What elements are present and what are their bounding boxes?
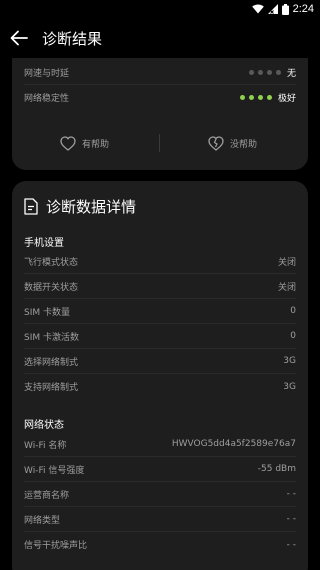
row-label: 飞行模式状态 [24,257,79,268]
row-value: - - [286,539,296,550]
list-item: SIM 卡激活数 0 [24,324,296,349]
row-value: 极好 [277,94,296,104]
network-stability-row: 网络稳定性 极好 [24,85,296,110]
row-label: Wi-Fi 名称 [24,440,67,451]
row-value: 关闭 [277,282,296,293]
row-label: 运营商名称 [24,490,70,501]
row-value: 3G [283,381,296,392]
row-label: 网速与时延 [24,68,70,79]
row-value: 3G [283,356,296,366]
status-icons: 2:24 [251,3,314,15]
status-bar: 2:24 [0,0,320,20]
rating-dot [239,95,245,100]
row-label: Wi-Fi 信号强度 [24,465,85,476]
row-value: - - [286,489,296,499]
feedback-divider [159,134,160,152]
list-item: 信号干扰噪声比 - - [24,532,296,557]
row-value: 0 [290,306,296,316]
rating-dot [257,95,263,100]
back-button[interactable] [8,27,30,49]
rating-dot [266,69,272,75]
row-label: 网络类型 [24,515,61,526]
page-title: 诊断结果 [42,30,103,48]
list-item: Wi-Fi 名称 HWVOG5dd4a5f2589e76a7 [24,432,296,457]
app-bar: 诊断结果 [0,20,320,56]
list-item: 数据开关状态 关闭 [24,274,296,299]
row-value: - - [286,514,296,524]
row-label: 信号干扰噪声比 [24,541,88,551]
row-label: 支持网络制式 [24,383,79,393]
battery-icon [281,3,289,15]
cellular-signal-icon [267,4,278,14]
helpful-label: 有帮助 [82,139,110,150]
row-value: 0 [290,331,296,341]
list-item: Wi-Fi 信号强度 -55 dBm [24,457,296,482]
summary-card: 网速与时延 无 网络稳定性 极好 有帮助 没帮助 [12,58,308,170]
rating-dots [239,95,272,100]
row-value: HWVOG5dd4a5f2589e76a7 [171,439,296,449]
status-time: 2:24 [292,3,314,15]
broken-heart-icon [208,135,224,151]
row-label: SIM 卡激活数 [24,332,79,343]
document-icon [24,198,38,215]
rating-dot [248,69,254,75]
list-item: 运营商名称 - - [24,482,296,507]
list-item: SIM 卡数量 0 [24,299,296,324]
rating-dot [266,95,272,100]
list-item: 选择网络制式 3G [24,349,296,374]
rating-dots [248,69,281,75]
row-value: 关闭 [277,257,296,268]
row-value: 无 [286,68,296,79]
unhelpful-label: 没帮助 [230,139,258,150]
row-label: SIM 卡数量 [24,307,70,318]
section-title-phone-settings: 手机设置 [24,238,64,249]
row-value: -55 dBm [257,464,296,474]
rating-dot [248,95,254,100]
detail-title: 诊断数据详情 [46,198,137,216]
feedback-area: 有帮助 没帮助 [12,128,308,158]
list-item: 网络类型 - - [24,507,296,532]
row-label: 网络稳定性 [24,94,70,104]
detail-header: 诊断数据详情 [24,196,136,217]
list-item: 支持网络制式 3G [24,374,296,399]
heart-icon [60,135,76,151]
row-label: 数据开关状态 [24,282,79,293]
speed-latency-row: 网速与时延 无 [24,60,296,85]
wifi-icon [251,4,264,14]
section-title-network-status: 网络状态 [24,420,64,431]
rating-dot [275,69,281,75]
row-label: 选择网络制式 [24,357,79,368]
back-arrow-icon [10,30,28,46]
diagnosis-detail-card: 诊断数据详情 手机设置 飞行模式状态 关闭 数据开关状态 关闭 SIM 卡数量 … [12,181,308,570]
helpful-button[interactable]: 有帮助 [60,128,109,158]
unhelpful-button[interactable]: 没帮助 [208,128,257,158]
rating-dot [257,69,263,75]
list-item: 飞行模式状态 关闭 [24,249,296,274]
